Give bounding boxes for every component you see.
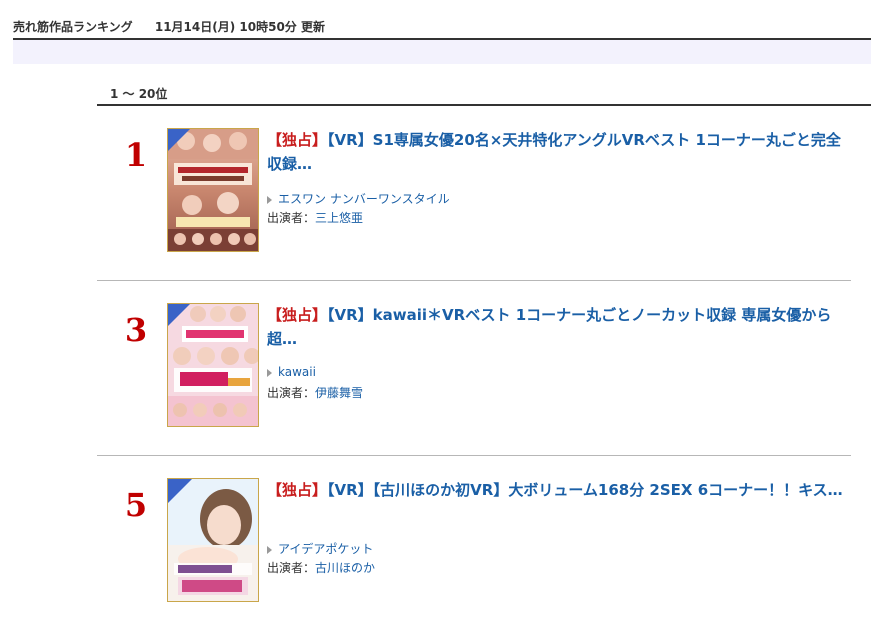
maker-name: アイデアポケット [278, 542, 374, 556]
header-band [13, 40, 871, 64]
thumbnail-image [168, 479, 258, 601]
cast-link[interactable]: 伊藤舞雪 [315, 386, 363, 400]
rank-number: 3 [124, 311, 148, 349]
thumbnail-image [168, 304, 258, 426]
ranking-item: 5 【独占】【VR】【古川ほのか初VR】大ボリューム168分 2SEX 6コーナ… [97, 456, 851, 631]
triangle-right-icon [267, 545, 272, 554]
product-thumbnail[interactable] [167, 478, 259, 602]
cast-link[interactable]: 古川ほのか [315, 561, 375, 575]
cast-link[interactable]: 三上悠亜 [315, 211, 363, 225]
triangle-right-icon [267, 195, 272, 204]
product-title-link[interactable]: 【独占】【VR】【古川ほのか初VR】大ボリューム168分 2SEX 6コーナー！… [267, 478, 845, 502]
ranking-item: 3 【独占】【VR】kawaii＊VRベスト 1コーナー丸ごとノーカット収録 専… [97, 281, 851, 456]
ranking-item: 1 【独占】【VR】S1専属女優20名×天井特化アングルVRベスト 1コーナー丸… [97, 106, 851, 281]
rank-range-label: 1 ～ 20位 [110, 87, 168, 101]
triangle-right-icon [267, 368, 272, 377]
ranking-title: 売れ筋作品ランキング [13, 20, 133, 34]
cast-line: 出演者：三上悠亜 [267, 209, 363, 226]
maker-link[interactable]: エスワン ナンバーワンスタイル [267, 190, 450, 207]
product-thumbnail[interactable] [167, 303, 259, 427]
product-thumbnail[interactable] [167, 128, 259, 252]
product-title: 【VR】kawaii＊VRベスト 1コーナー丸ごとノーカット収録 専属女優から超… [267, 306, 832, 348]
ranking-header: 売れ筋作品ランキング 11月14日(月) 10時50分 更新 [13, 18, 325, 35]
cast-line: 出演者：古川ほのか [267, 559, 375, 576]
rank-number: 1 [124, 136, 148, 174]
maker-name: kawaii [278, 365, 316, 379]
maker-name: エスワン ナンバーワンスタイル [278, 192, 450, 206]
exclusive-badge: 【独占】 [267, 306, 328, 324]
cast-line: 出演者：伊藤舞雪 [267, 384, 363, 401]
exclusive-badge: 【独占】 [267, 131, 328, 149]
maker-link[interactable]: kawaii [267, 365, 316, 379]
product-title: 【VR】S1専属女優20名×天井特化アングルVRベスト 1コーナー丸ごと完全収録… [267, 131, 841, 173]
exclusive-badge: 【独占】 [267, 481, 328, 499]
rank-number: 5 [124, 486, 148, 524]
product-title-link[interactable]: 【独占】【VR】kawaii＊VRベスト 1コーナー丸ごとノーカット収録 専属女… [267, 303, 845, 351]
thumbnail-image [168, 129, 258, 251]
cast-label: 出演者： [267, 211, 316, 225]
cast-label: 出演者： [267, 561, 316, 575]
maker-link[interactable]: アイデアポケット [267, 540, 373, 557]
product-title: 【VR】【古川ほのか初VR】大ボリューム168分 2SEX 6コーナー！！キス… [327, 481, 843, 499]
updated-timestamp: 11月14日(月) 10時50分 更新 [154, 20, 325, 34]
product-title-link[interactable]: 【独占】【VR】S1専属女優20名×天井特化アングルVRベスト 1コーナー丸ごと… [267, 128, 845, 176]
cast-label: 出演者： [267, 386, 316, 400]
